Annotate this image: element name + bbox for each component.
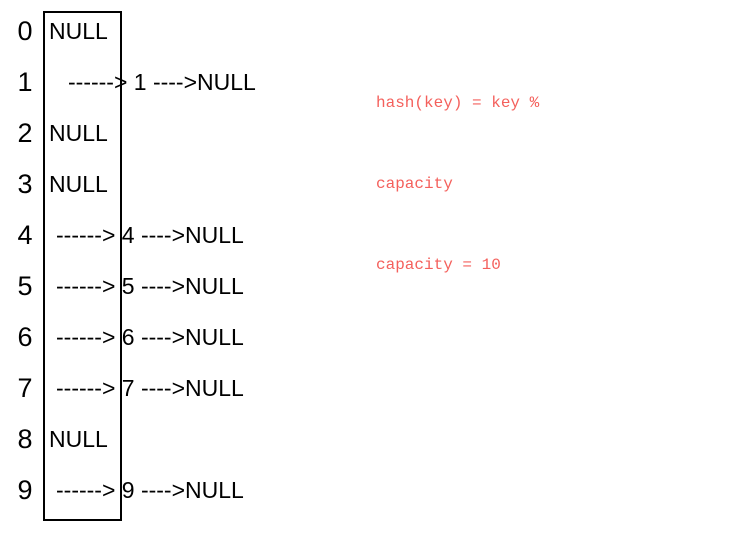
bucket-index-label: 0 (17, 16, 33, 46)
bucket-row: 1 ------> 1 ---->NULL (0, 57, 340, 108)
bucket-index-label: 4 (17, 220, 33, 250)
bucket-null-label: NULL (49, 426, 108, 452)
bucket-chain: ------> 9 ---->NULL (56, 477, 244, 503)
bucket-null-label: NULL (49, 120, 108, 146)
bucket-row: 7 ------> 7 ---->NULL (0, 363, 340, 414)
bucket-row: 2 NULL (0, 108, 340, 159)
bucket-row: 3 NULL (0, 159, 340, 210)
bucket-index-label: 9 (17, 475, 33, 505)
bucket-index-label: 2 (17, 118, 33, 148)
annotation-line-2: capacity (376, 175, 453, 193)
bucket-index-label: 1 (17, 67, 33, 97)
bucket-chain: ------> 7 ---->NULL (56, 375, 244, 401)
bucket-index-label: 3 (17, 169, 33, 199)
bucket-null-label: NULL (49, 18, 108, 44)
bucket-index-label: 5 (17, 271, 33, 301)
bucket-chain: ------> 6 ---->NULL (56, 324, 244, 350)
diagram-canvas: 0 NULL 1 ------> 1 ---->NULL 2 NULL 3 NULL 4 ----… (0, 0, 736, 538)
bucket-index-label: 6 (17, 322, 33, 352)
bucket-chain: ------> 1 ---->NULL (68, 69, 256, 95)
bucket-index-label: 8 (17, 424, 33, 454)
bucket-null-label: NULL (49, 171, 108, 197)
bucket-row: 6 ------> 6 ---->NULL (0, 312, 340, 363)
bucket-row: 4 ------> 4 ---->NULL (0, 210, 340, 261)
hash-table: 0 NULL 1 ------> 1 ---->NULL 2 NULL 3 NULL 4 ----… (0, 0, 340, 538)
bucket-row: 0 NULL (0, 6, 340, 57)
annotation-line-1: hash(key) = key % (376, 94, 540, 112)
hash-function-annotation: hash(key) = key % capacity capacity = 10 (376, 36, 696, 333)
bucket-row: 9 ------> 9 ---->NULL (0, 465, 340, 516)
bucket-index-label: 7 (17, 373, 33, 403)
bucket-chain: ------> 5 ---->NULL (56, 273, 244, 299)
bucket-row: 8 NULL (0, 414, 340, 465)
annotation-line-3: capacity = 10 (376, 256, 501, 274)
bucket-chain: ------> 4 ---->NULL (56, 222, 244, 248)
bucket-row: 5 ------> 5 ---->NULL (0, 261, 340, 312)
